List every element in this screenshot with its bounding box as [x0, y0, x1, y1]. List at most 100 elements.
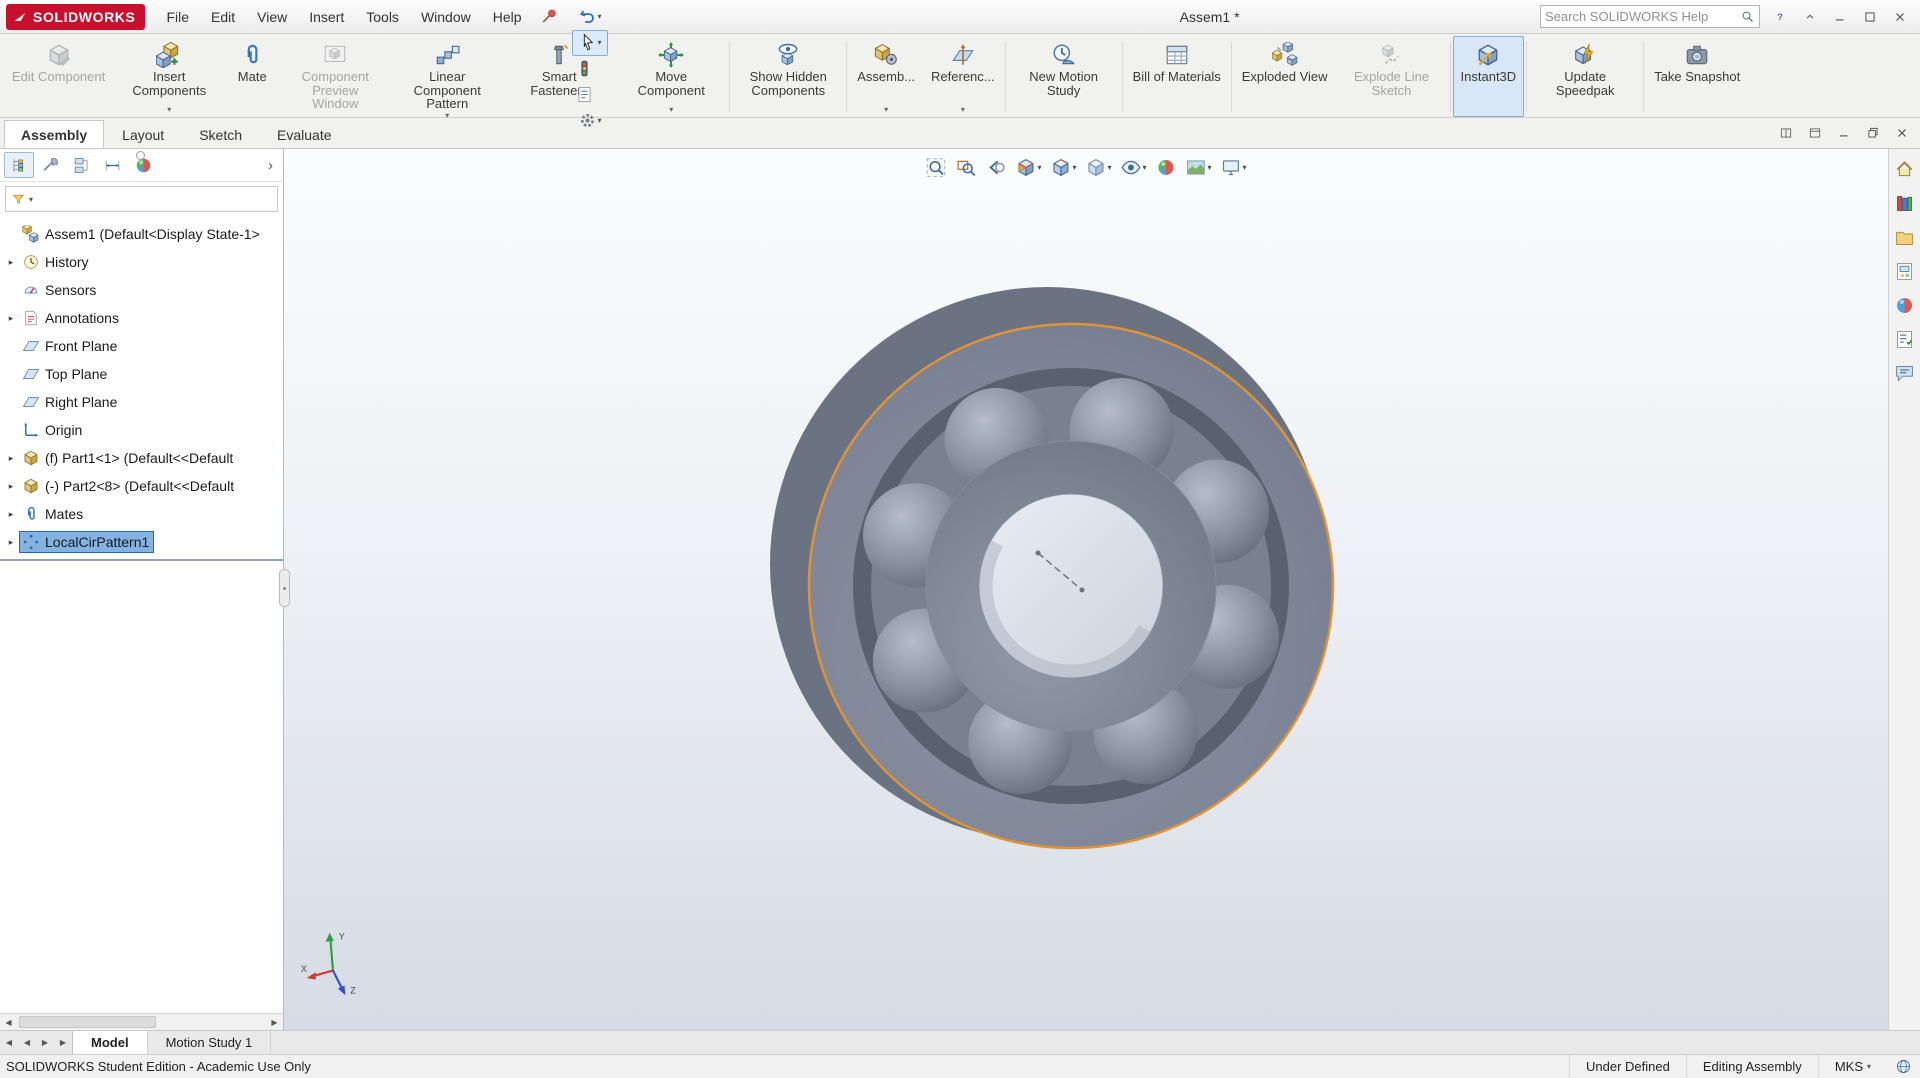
tree-item-f-part1-1-default-default[interactable]: ▸ (f) Part1<1> (Default<<Default [0, 444, 283, 472]
panel-horizontal-scrollbar[interactable]: ◀ ▶ [0, 1013, 283, 1030]
print-button[interactable]: ▾ [572, 0, 608, 4]
tree-item-mates[interactable]: ▸ Mates [0, 500, 283, 528]
tree-item-origin[interactable]: Origin [0, 416, 283, 444]
split-view-button[interactable] [1776, 123, 1796, 143]
menu-file[interactable]: File [155, 2, 200, 32]
display-style-button[interactable]: ▾ [1082, 155, 1114, 180]
expand-arrow-icon[interactable]: ▸ [3, 313, 19, 324]
tab-evaluate[interactable]: Evaluate [260, 120, 348, 148]
menu-help[interactable]: Help [482, 2, 533, 32]
configuration-manager-tab[interactable] [66, 152, 96, 178]
tree-item-localcirpattern1[interactable]: ▸ LocalCirPattern1 [0, 528, 283, 556]
referenc-button[interactable]: Referenc... ▾ [923, 36, 1003, 117]
apply-scene-button[interactable]: ▾ [1183, 155, 1215, 180]
expand-arrow-icon[interactable]: ▸ [3, 257, 19, 268]
insert-components-button[interactable]: Insert Components ▾ [113, 36, 225, 117]
menu-tools[interactable]: Tools [355, 2, 410, 32]
tab-motion-study-1[interactable]: Motion Study 1 [148, 1031, 272, 1054]
tab-model[interactable]: Model [72, 1031, 148, 1054]
tree-item-annotations[interactable]: ▸ Annotations [0, 304, 283, 332]
doc-minimize-button[interactable] [1834, 123, 1854, 143]
dropdown-caret-icon[interactable]: ▾ [598, 116, 602, 125]
doc-close-button[interactable] [1892, 123, 1912, 143]
dropdown-caret-icon[interactable]: ▾ [598, 12, 602, 21]
view-palette-button[interactable] [1893, 259, 1917, 283]
doc-restore-button[interactable] [1863, 123, 1883, 143]
hide-show-items-button[interactable]: ▾ [1118, 155, 1150, 180]
tab-scroll-left-icon[interactable]: ◀ [18, 1031, 36, 1054]
units-caret-icon[interactable]: ▾ [1867, 1062, 1871, 1071]
custom-properties-button[interactable] [1893, 327, 1917, 351]
section-view-button[interactable]: ▾ [1012, 155, 1044, 180]
dropdown-caret-icon[interactable]: ▾ [1143, 163, 1147, 172]
zoom-to-fit-button[interactable] [922, 155, 949, 180]
panel-collapse-dot[interactable] [135, 151, 145, 160]
file-properties-button[interactable] [572, 82, 598, 108]
unit-system-selector[interactable]: MKS ▾ [1817, 1055, 1887, 1078]
menu-view[interactable]: View [246, 2, 298, 32]
dropdown-caret-icon[interactable]: ▾ [961, 105, 965, 115]
tab-scroll-left-icon[interactable]: ◀ [0, 1031, 18, 1054]
select-button[interactable]: ▾ [571, 29, 608, 56]
zoom-to-area-button[interactable] [952, 155, 979, 180]
view-settings-button[interactable]: ▾ [1218, 155, 1250, 180]
pin-icon[interactable] [537, 4, 563, 30]
minimize-button[interactable] [1826, 4, 1854, 30]
help-search-input[interactable] [1545, 9, 1740, 24]
options-button[interactable]: ▾ [572, 108, 608, 134]
panel-flyout-chevron-icon[interactable]: › [262, 157, 279, 174]
undo-button[interactable]: ▾ [572, 4, 608, 30]
dimxpert-manager-tab[interactable] [97, 152, 127, 178]
bill-of-materials-button[interactable]: Bill of Materials [1125, 36, 1229, 117]
tab-scroll-right-icon[interactable]: ▶ [54, 1031, 72, 1054]
scroll-right-icon[interactable]: ▶ [266, 1014, 283, 1030]
solidworks-resources-button[interactable] [1893, 157, 1917, 181]
tree-filter-box[interactable]: ▾ [5, 186, 278, 212]
solidworks-forum-button[interactable] [1893, 361, 1917, 385]
filter-caret-icon[interactable]: ▾ [29, 195, 33, 204]
exploded-view-button[interactable]: Exploded View [1234, 36, 1336, 117]
design-library-button[interactable] [1893, 191, 1917, 215]
update-speedpak-button[interactable]: Update Speedpak [1529, 36, 1641, 117]
tree-item-sensors[interactable]: Sensors [0, 276, 283, 304]
tree-item-top-plane[interactable]: Top Plane [0, 360, 283, 388]
graphics-area[interactable]: ▾ ▾ ▾ ▾ ▾ ▾ Y X Z [284, 149, 1888, 1030]
menu-edit[interactable]: Edit [200, 2, 246, 32]
new-window-button[interactable] [1805, 123, 1825, 143]
scrollbar-track[interactable] [17, 1014, 266, 1030]
instant3d-button[interactable]: Instant3D [1452, 36, 1525, 117]
move-component-button[interactable]: Move Component ▾ [615, 36, 727, 117]
rebuild-button[interactable] [572, 56, 598, 82]
view-orientation-button[interactable]: ▾ [1047, 155, 1079, 180]
expand-arrow-icon[interactable]: ▸ [3, 537, 19, 548]
scroll-left-icon[interactable]: ◀ [0, 1014, 17, 1030]
dropdown-caret-icon[interactable]: ▾ [1107, 163, 1111, 172]
expand-arrow-icon[interactable]: ▸ [3, 481, 19, 492]
tab-sketch[interactable]: Sketch [182, 120, 259, 148]
globe-icon[interactable] [1895, 1058, 1912, 1075]
tree-item-part2-8-default-default[interactable]: ▸ (-) Part2<8> (Default<<Default [0, 472, 283, 500]
dropdown-caret-icon[interactable]: ▾ [1208, 163, 1212, 172]
tab-scroll-right-icon[interactable]: ▶ [36, 1031, 54, 1054]
panel-splitter-handle[interactable] [279, 569, 290, 607]
help-icon[interactable]: ? [1766, 4, 1794, 30]
linear-component-pattern-button[interactable]: Linear Component Pattern ▾ [391, 36, 503, 120]
tree-item-history[interactable]: ▸ History [0, 248, 283, 276]
tree-item-right-plane[interactable]: Right Plane [0, 388, 283, 416]
dropdown-caret-icon[interactable]: ▾ [884, 105, 888, 115]
expand-arrow-icon[interactable]: ▸ [3, 453, 19, 464]
search-icon[interactable] [1740, 9, 1755, 24]
close-button[interactable] [1886, 4, 1914, 30]
tab-assembly[interactable]: Assembly [4, 120, 105, 148]
expand-arrow-icon[interactable]: ▸ [3, 509, 19, 520]
previous-view-button[interactable] [982, 155, 1009, 180]
new-motion-study-button[interactable]: New Motion Study [1008, 36, 1120, 117]
menu-window[interactable]: Window [410, 2, 482, 32]
edit-appearance-button[interactable] [1153, 155, 1180, 180]
assemb-button[interactable]: Assemb... ▾ [849, 36, 923, 117]
dropdown-caret-icon[interactable]: ▾ [1037, 163, 1041, 172]
maximize-button[interactable] [1856, 4, 1884, 30]
tree-item-assem1-default-display-state-1[interactable]: Assem1 (Default<Display State-1> [0, 220, 283, 248]
scrollbar-thumb[interactable] [19, 1016, 156, 1028]
dropdown-caret-icon[interactable]: ▾ [167, 105, 171, 115]
